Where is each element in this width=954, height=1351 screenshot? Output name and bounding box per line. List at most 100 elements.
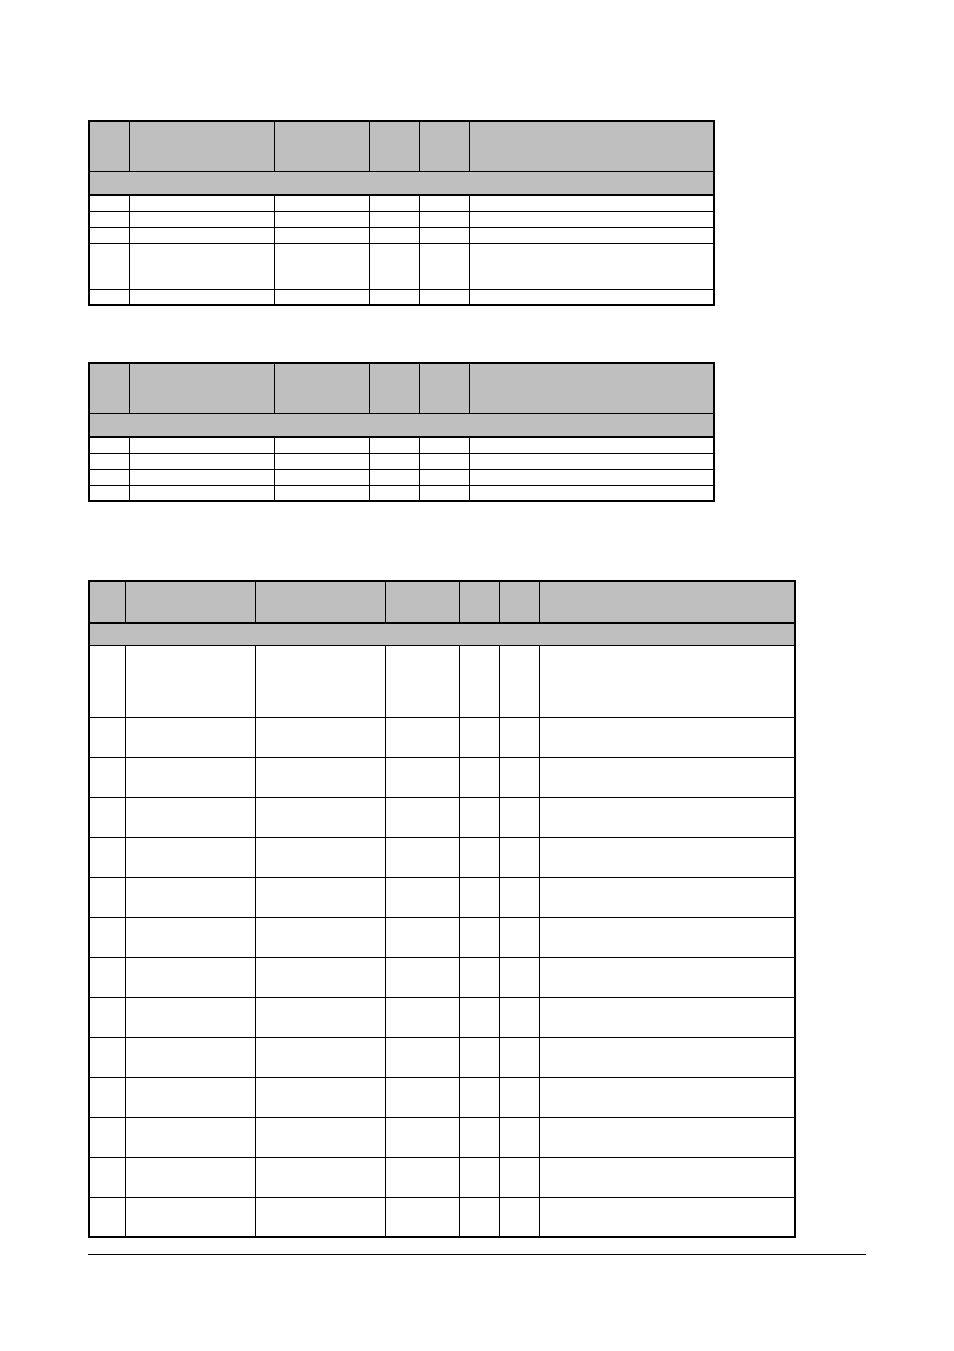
table-cell xyxy=(459,797,499,837)
table-cell xyxy=(274,469,369,485)
table-cell xyxy=(499,917,539,957)
table-1-header-cell xyxy=(469,121,714,171)
table-cell xyxy=(89,437,129,453)
table-cell xyxy=(255,1197,385,1237)
table-cell xyxy=(274,211,369,227)
table-1-header-cell xyxy=(274,121,369,171)
table-cell xyxy=(369,453,419,469)
table-cell xyxy=(385,1197,459,1237)
table-cell xyxy=(539,1037,795,1077)
table-cell xyxy=(89,1037,125,1077)
footer-rule xyxy=(88,1254,866,1255)
table-row xyxy=(89,195,714,211)
table-2-header-cell xyxy=(419,363,469,413)
table-3-header-cell xyxy=(499,581,539,623)
table-cell xyxy=(385,1037,459,1077)
table-2-header-cell xyxy=(274,363,369,413)
table-1-header-cell xyxy=(369,121,419,171)
table-2 xyxy=(88,362,713,502)
table-cell xyxy=(125,757,255,797)
table-cell xyxy=(499,1157,539,1197)
table-cell xyxy=(539,877,795,917)
table-cell xyxy=(255,917,385,957)
table-3-header-cell xyxy=(459,581,499,623)
table-cell xyxy=(469,211,714,227)
table-cell xyxy=(469,243,714,289)
table-3-band-row xyxy=(89,623,795,645)
table-cell xyxy=(125,997,255,1037)
table-cell xyxy=(539,1117,795,1157)
table-cell xyxy=(419,227,469,243)
table-1-band-row xyxy=(89,171,714,195)
table-cell xyxy=(125,917,255,957)
table-cell xyxy=(125,1037,255,1077)
table-cell xyxy=(274,289,369,305)
table-3-header-cell xyxy=(89,581,125,623)
table-cell xyxy=(539,797,795,837)
table-cell xyxy=(89,957,125,997)
table-row xyxy=(89,453,714,469)
table-cell xyxy=(539,1077,795,1117)
table-cell xyxy=(459,837,499,877)
table-3-header-cell xyxy=(385,581,459,623)
table-cell xyxy=(499,1117,539,1157)
table-row xyxy=(89,917,795,957)
table-cell xyxy=(385,1117,459,1157)
table-cell xyxy=(469,485,714,501)
table-cell xyxy=(499,1037,539,1077)
table-cell xyxy=(499,877,539,917)
table-cell xyxy=(459,877,499,917)
table-cell xyxy=(539,997,795,1037)
table-cell xyxy=(89,877,125,917)
table-cell xyxy=(419,437,469,453)
table-cell xyxy=(129,289,274,305)
table-cell xyxy=(459,957,499,997)
table-cell xyxy=(385,917,459,957)
table-cell xyxy=(129,469,274,485)
table-row xyxy=(89,227,714,243)
table-2-header-cell xyxy=(129,363,274,413)
table-cell xyxy=(125,1197,255,1237)
table-cell xyxy=(274,453,369,469)
table-3 xyxy=(88,580,794,1238)
table-2-header-cell xyxy=(89,363,129,413)
table-cell xyxy=(539,957,795,997)
table-2-header-cell xyxy=(369,363,419,413)
table-row xyxy=(89,837,795,877)
table-cell xyxy=(255,717,385,757)
table-row xyxy=(89,1037,795,1077)
table-cell xyxy=(469,227,714,243)
table-2-band-row xyxy=(89,413,714,437)
table-cell xyxy=(89,717,125,757)
table-cell xyxy=(89,645,125,717)
table-cell xyxy=(385,957,459,997)
table-cell xyxy=(255,797,385,837)
table-row xyxy=(89,757,795,797)
table-cell xyxy=(89,195,129,211)
table-cell xyxy=(125,645,255,717)
table-cell xyxy=(419,211,469,227)
table-cell xyxy=(129,195,274,211)
table-cell xyxy=(459,917,499,957)
table-cell xyxy=(125,1117,255,1157)
table-cell xyxy=(499,645,539,717)
table-row xyxy=(89,1157,795,1197)
table-cell xyxy=(89,289,129,305)
table-cell xyxy=(499,717,539,757)
table-cell xyxy=(89,227,129,243)
table-row xyxy=(89,997,795,1037)
table-row xyxy=(89,877,795,917)
table-cell xyxy=(469,469,714,485)
table-cell xyxy=(499,957,539,997)
table-cell xyxy=(89,1077,125,1117)
table-cell xyxy=(385,1157,459,1197)
table-cell xyxy=(255,877,385,917)
table-cell xyxy=(539,837,795,877)
table-cell xyxy=(385,997,459,1037)
table-cell xyxy=(369,437,419,453)
table-cell xyxy=(274,243,369,289)
table-cell xyxy=(459,1197,499,1237)
table-row xyxy=(89,1197,795,1237)
table-row xyxy=(89,469,714,485)
table-cell xyxy=(89,1117,125,1157)
